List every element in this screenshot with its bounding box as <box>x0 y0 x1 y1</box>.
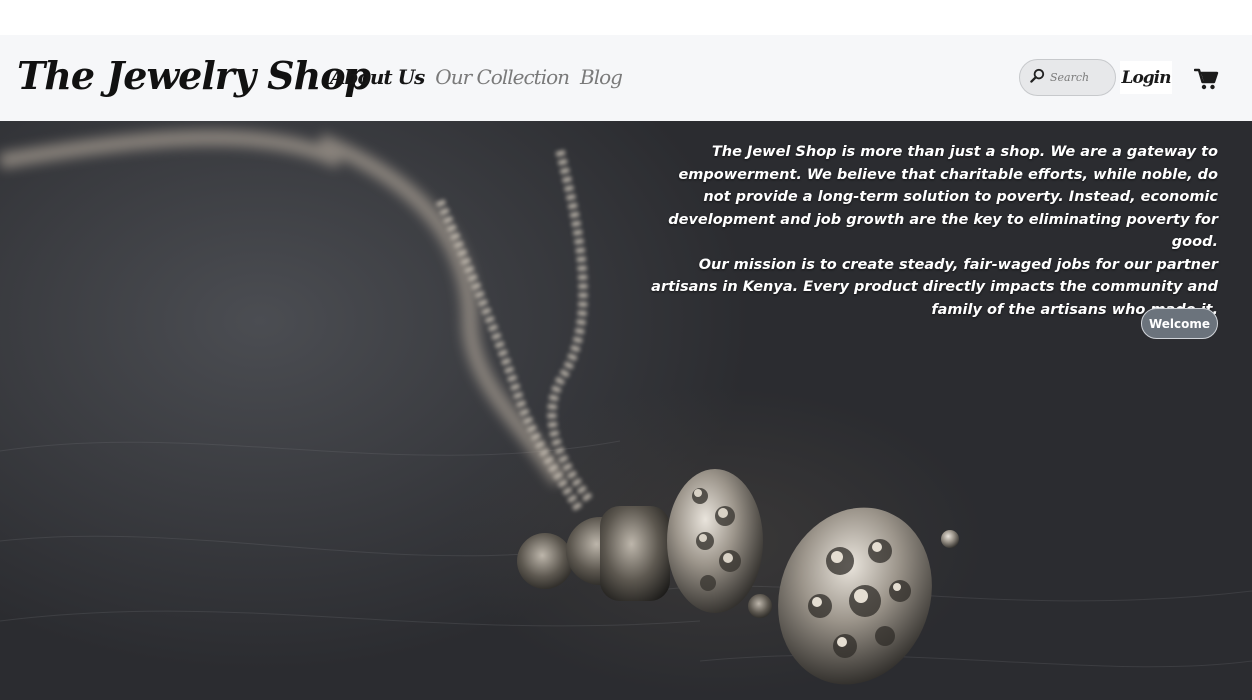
login-button[interactable]: Login <box>1120 61 1172 94</box>
welcome-button[interactable]: Welcome <box>1141 308 1218 339</box>
main-nav: About Us Our Collection Blog <box>330 65 623 89</box>
search-input[interactable] <box>1050 71 1110 84</box>
hero-paragraph-2: Our mission is to create steady, fair-wa… <box>651 256 1218 318</box>
nav-link-about-us[interactable]: About Us <box>330 65 425 89</box>
shopping-cart-icon[interactable] <box>1193 68 1219 90</box>
search-box[interactable] <box>1019 59 1116 96</box>
hero-section: The Jewel Shop is more than just a shop.… <box>0 121 1252 700</box>
nav-link-blog[interactable]: Blog <box>580 65 623 89</box>
page: The Jewelry Shop About Us Our Collection… <box>0 0 1252 700</box>
brand-logo[interactable]: The Jewelry Shop <box>17 53 371 98</box>
search-icon <box>1030 68 1045 87</box>
hero-paragraph-1: The Jewel Shop is more than just a shop.… <box>668 144 1218 250</box>
top-spacer <box>0 0 1252 35</box>
navbar: The Jewelry Shop About Us Our Collection… <box>0 35 1252 121</box>
nav-link-our-collection[interactable]: Our Collection <box>435 65 570 89</box>
hero-mission-text: The Jewel Shop is more than just a shop.… <box>648 141 1218 321</box>
